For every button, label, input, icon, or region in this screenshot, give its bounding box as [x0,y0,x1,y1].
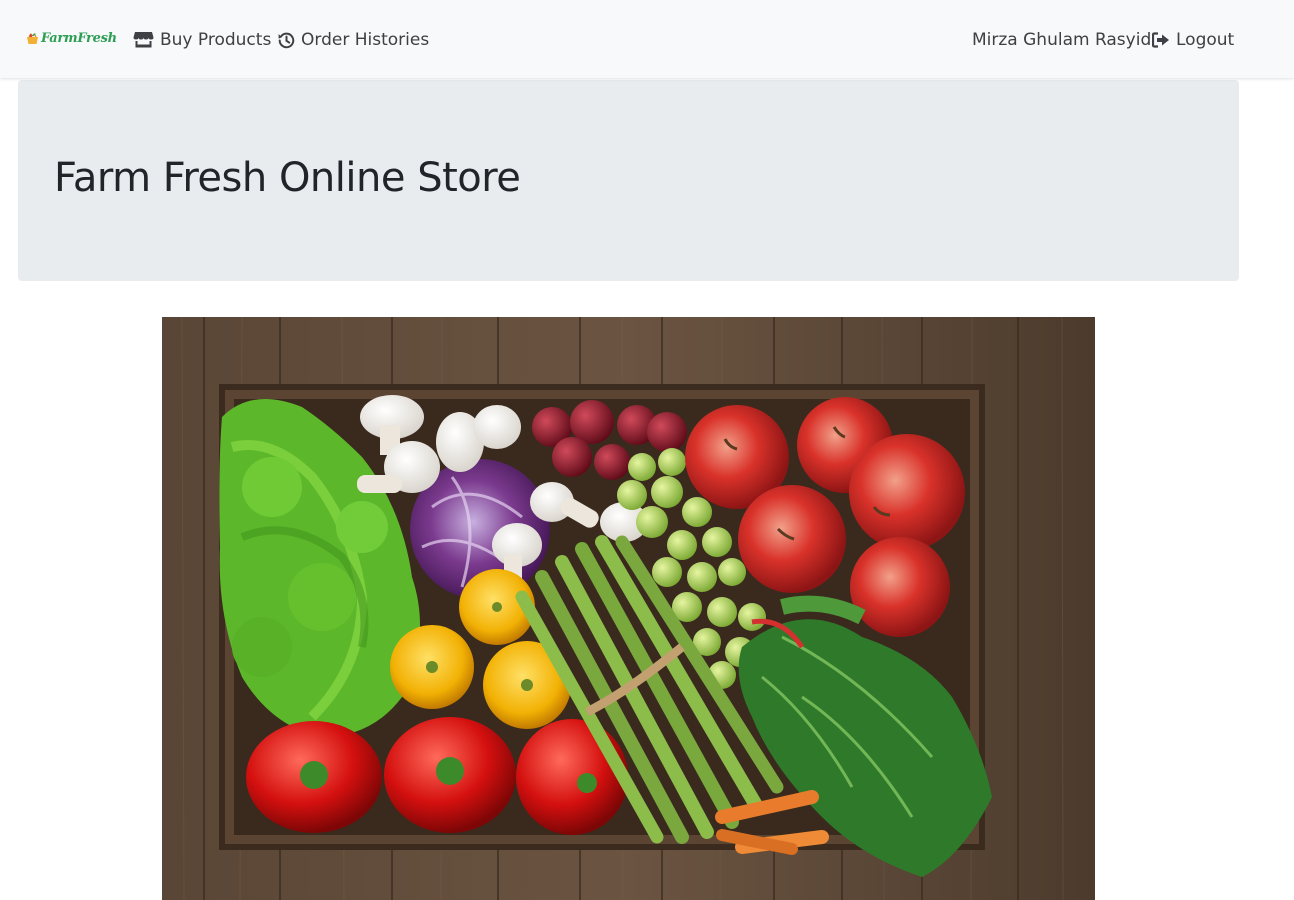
brand-logo[interactable]: FarmFresh [26,26,117,50]
page-title: Farm Fresh Online Store [54,155,521,201]
nav-order-histories-label: Order Histories [301,30,430,50]
nav-logout-label: Logout [1176,30,1235,50]
sign-out-icon [1152,32,1169,48]
nav-logout[interactable]: Logout [1152,28,1234,52]
produce-crate-image [162,317,1095,900]
hero-image [162,317,1095,900]
history-icon [278,32,295,48]
store-icon [133,32,154,48]
top-navbar: FarmFresh Buy Products Order Histories M… [0,0,1294,78]
nav-user-name[interactable]: Mirza Ghulam Rasyid [972,28,1151,52]
brand-name: FarmFresh [41,30,117,46]
jumbotron: Farm Fresh Online Store [18,80,1239,281]
nav-buy-products[interactable]: Buy Products [133,28,271,52]
nav-buy-products-label: Buy Products [160,30,272,50]
basket-icon [27,32,38,44]
nav-order-histories[interactable]: Order Histories [278,28,429,52]
user-name: Mirza Ghulam Rasyid [972,30,1152,50]
